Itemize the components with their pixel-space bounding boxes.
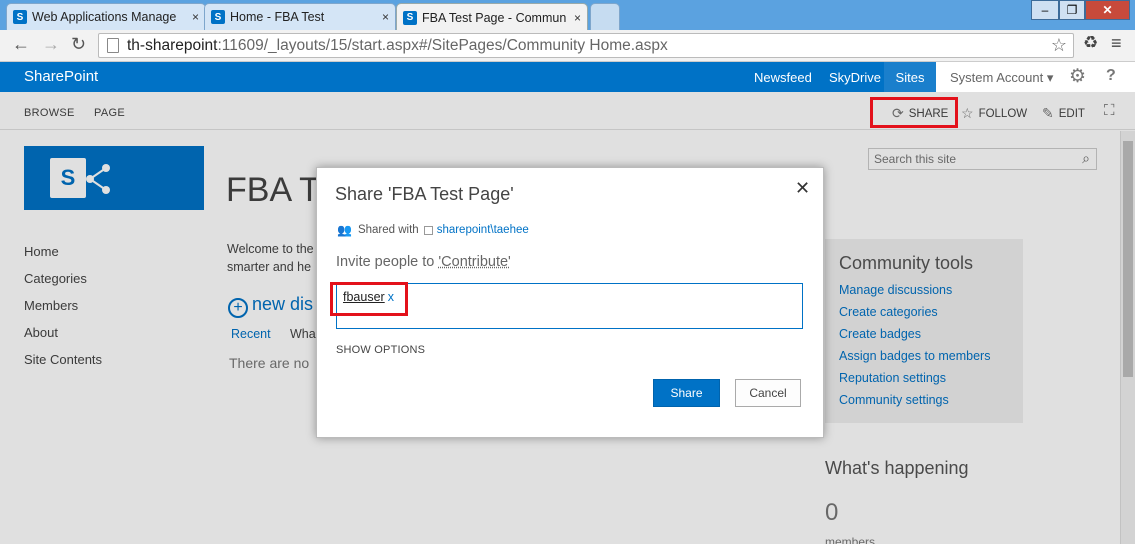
reload-icon[interactable]: ↻ [71,34,86,55]
share-highlight-box [870,97,958,128]
shared-with-label: Shared with [357,224,419,236]
account-menu[interactable]: System Account ▾ [950,70,1053,86]
tab-title: Web Applications Manage [32,10,177,24]
minimize-button[interactable]: – [1031,0,1059,20]
invite-label: Invite people to 'Contribute' [336,254,511,270]
menu-icon[interactable]: ≡ [1111,33,1122,54]
browser-tab-home-fba-test[interactable]: S Home - FBA Test × [204,3,396,30]
skydrive-link[interactable]: SkyDrive [829,70,881,85]
bookmark-star-icon[interactable]: ☆ [1051,35,1067,56]
url-path: :11609/_layouts/15/start.aspx#/SitePages… [217,36,668,54]
browser-tab-web-applications[interactable]: S Web Applications Manage × [6,3,206,30]
newsfeed-link[interactable]: Newsfeed [754,70,812,85]
sharepoint-favicon-icon: S [403,10,417,25]
close-icon[interactable]: ✕ [795,178,810,199]
help-icon[interactable]: ? [1106,67,1116,85]
show-options-link[interactable]: SHOW OPTIONS [336,344,425,356]
back-arrow-icon[interactable]: ← [12,34,30,55]
suite-bar: SharePoint Newsfeed SkyDrive Sites Syste… [0,62,1135,92]
url-field[interactable]: th-sharepoint :11609/_layouts/15/start.a… [98,33,1074,58]
restore-button[interactable]: ❐ [1059,0,1085,20]
address-bar: ← → ↻ th-sharepoint :11609/_layouts/15/s… [0,30,1135,62]
invite-prefix: Invite people to [336,254,439,270]
forward-arrow-icon[interactable]: → [42,34,60,55]
tab-close-icon[interactable]: × [574,11,581,25]
sharepoint-brand[interactable]: SharePoint [24,68,98,85]
shared-with-row: 👥 Shared with sharepoint\taehee [337,223,529,237]
people-icon: 👥 [337,223,352,237]
tab-title: Home - FBA Test [230,10,325,24]
browser-tab-fba-test-page[interactable]: S FBA Test Page - Commun × [396,3,588,31]
sites-link[interactable]: Sites [884,62,936,92]
cancel-button[interactable]: Cancel [735,379,801,407]
dialog-title: Share 'FBA Test Page' [335,184,514,204]
sharepoint-favicon-icon: S [211,10,225,24]
gear-icon[interactable]: ⚙ [1069,65,1086,88]
tab-close-icon[interactable]: × [192,10,199,24]
suite-bar-user-area: System Account ▾ ⚙ ? [936,62,1135,92]
tab-title: FBA Test Page - Commun [422,10,567,25]
browser-tab-strip: S Web Applications Manage × S Home - FBA… [0,0,1135,31]
shared-user-link[interactable]: sharepoint\taehee [437,224,529,236]
window-close-button[interactable]: ✕ [1085,0,1130,20]
url-host: th-sharepoint [127,36,218,54]
page-icon [107,38,119,53]
share-submit-button[interactable]: Share [653,379,720,407]
new-tab-button[interactable] [590,3,620,30]
tab-close-icon[interactable]: × [382,10,389,24]
sharepoint-favicon-icon: S [13,10,27,24]
extension-recycle-icon[interactable]: ♻ [1083,33,1098,53]
invitee-highlight-box [330,282,408,316]
permission-level-link[interactable]: 'Contribute' [438,254,510,270]
presence-icon [423,225,433,235]
